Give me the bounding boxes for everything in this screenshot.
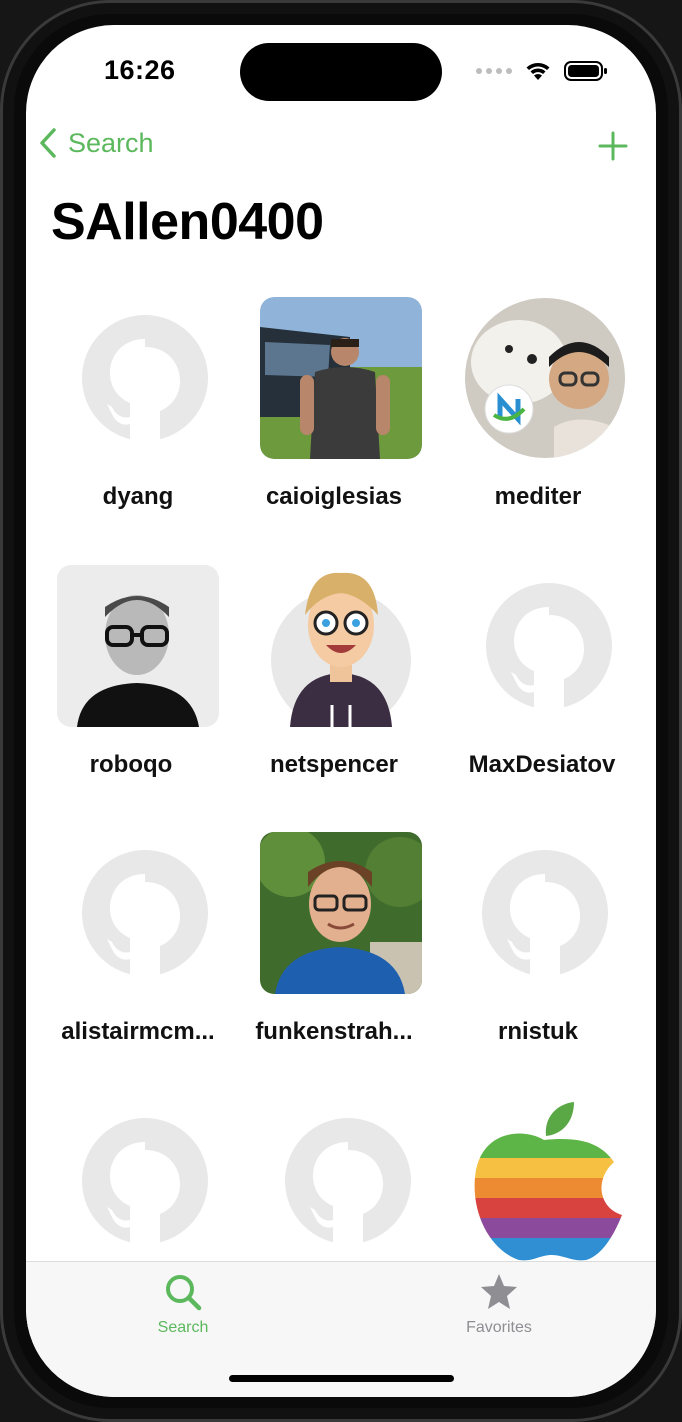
avatar-photo: [465, 298, 625, 458]
follower-name: rnistuk: [497, 1018, 578, 1045]
follower-cell[interactable]: mediter: [426, 297, 626, 537]
follower-name: roboqo: [89, 751, 173, 778]
avatar-photo: [260, 832, 422, 994]
avatar-photo: [57, 565, 219, 727]
follower-cell[interactable]: roboqo: [26, 565, 219, 805]
tab-search-label: Search: [157, 1319, 209, 1336]
follower-cell[interactable]: rnistuk: [426, 832, 626, 1072]
follower-name: funkenstrah...: [255, 1018, 413, 1045]
follower-name: alistairmcm...: [61, 1018, 215, 1045]
tab-search[interactable]: Search: [123, 1272, 243, 1337]
follower-name: dyang: [102, 483, 174, 510]
rainbow-apple-logo-icon: [474, 1102, 623, 1261]
chevron-left-icon: [40, 128, 56, 158]
status-time: 16:26: [104, 55, 176, 85]
dynamic-island: [240, 43, 442, 101]
page-title: SAllen0400: [51, 193, 324, 251]
github-octocat-icon: [82, 850, 208, 976]
app-screen: 16:26 Search SAllen0400 dyang caioiglesi…: [26, 25, 656, 1397]
star-icon: [481, 1274, 517, 1309]
follower-name: mediter: [494, 483, 582, 510]
signal-icon: [476, 68, 512, 74]
search-icon: [166, 1275, 202, 1311]
follower-cell[interactable]: funkenstrah...: [222, 832, 422, 1072]
back-button-label: Search: [68, 127, 154, 158]
add-icon[interactable]: [598, 131, 628, 161]
avatar-photo: [260, 297, 422, 459]
home-indicator[interactable]: [229, 1375, 454, 1382]
github-octocat-icon: [482, 850, 608, 976]
follower-cell[interactable]: alistairmcm...: [26, 832, 226, 1072]
follower-name: caioiglesias: [265, 483, 403, 510]
tab-favorites-label: Favorites: [466, 1319, 532, 1336]
battery-icon: [564, 61, 607, 81]
follower-name: netspencer: [269, 751, 399, 778]
github-octocat-icon: [82, 315, 208, 441]
follower-cell[interactable]: MaxDesiatov: [430, 565, 630, 805]
github-octocat-icon: [486, 583, 612, 709]
navigation-bar: Search: [26, 121, 656, 177]
back-button[interactable]: Search: [38, 127, 154, 159]
github-octocat-icon: [285, 1118, 411, 1244]
follower-cell[interactable]: dyang: [26, 297, 226, 537]
follower-name: MaxDesiatov: [468, 751, 616, 778]
follower-cell[interactable]: caioiglesias: [222, 297, 422, 537]
github-octocat-icon: [82, 1118, 208, 1244]
wifi-icon: [526, 63, 550, 80]
tab-favorites[interactable]: Favorites: [439, 1272, 559, 1337]
status-icons: [476, 59, 608, 83]
avatar-cartoon: [271, 572, 411, 727]
follower-cell[interactable]: netspencer: [222, 565, 422, 805]
